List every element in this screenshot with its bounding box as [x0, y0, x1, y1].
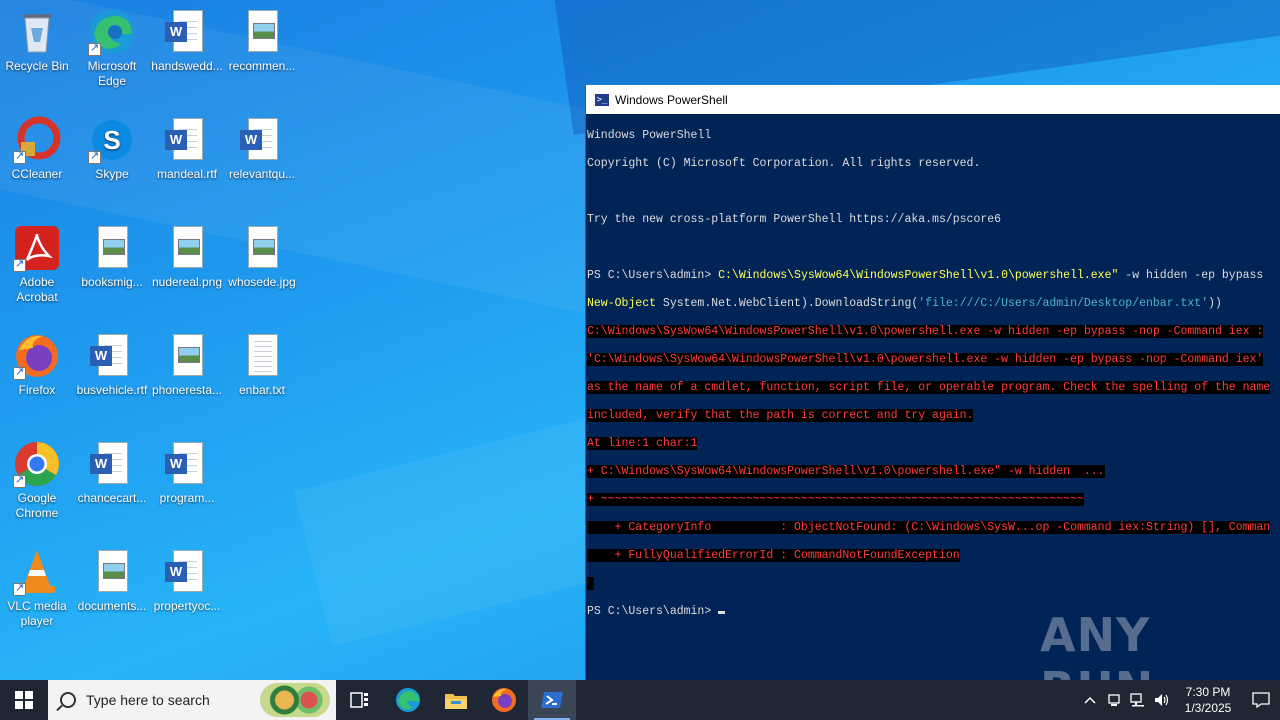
windows-logo-icon	[15, 691, 33, 709]
powershell-icon: >_	[595, 93, 609, 106]
desktop-icon-propertyoc[interactable]: W propertyoc...	[150, 548, 224, 614]
file-explorer-icon	[445, 694, 467, 709]
desktop-icon-enbar[interactable]: enbar.txt	[225, 332, 299, 398]
device-icon[interactable]	[1102, 680, 1126, 720]
taskbar-firefox[interactable]	[480, 680, 528, 720]
text-cursor	[718, 611, 726, 614]
text-file-icon	[238, 332, 286, 380]
ccleaner-icon	[13, 116, 61, 164]
desktop-icon-booksmig[interactable]: booksmig...	[75, 224, 149, 290]
desktop-icon-relevantqu[interactable]: W relevantqu...	[225, 116, 299, 182]
search-highlight-image	[260, 683, 330, 717]
window-titlebar[interactable]: >_ Windows PowerShell	[586, 85, 1280, 114]
image-file-icon	[88, 548, 136, 596]
search-icon	[60, 692, 76, 708]
edge-icon	[396, 688, 420, 712]
clock-date: 1/3/2025	[1184, 701, 1232, 715]
start-button[interactable]	[0, 680, 48, 720]
error-line: as the name of a cmdlet, function, scrip…	[587, 381, 1271, 394]
console-line: Copyright (C) Microsoft Corporation. All…	[587, 157, 981, 170]
notification-icon	[1252, 692, 1270, 708]
show-hidden-icons-chevron-up-icon[interactable]	[1078, 680, 1102, 720]
desktop-icon-program[interactable]: W program...	[150, 440, 224, 506]
error-line: At line:1 char:1	[587, 437, 698, 450]
desktop-icon-busvehicle[interactable]: W busvehicle.rtf	[75, 332, 149, 398]
volume-icon[interactable]	[1150, 680, 1174, 720]
error-line: + C:\Windows\SysWow64\WindowsPowerShell\…	[587, 465, 1105, 478]
skype-icon: S	[88, 116, 136, 164]
word-doc-icon: W	[163, 116, 211, 164]
desktop-icon-adobe-acrobat[interactable]: Adobe Acrobat	[0, 224, 74, 305]
desktop-icon-recommen[interactable]: recommen...	[225, 8, 299, 74]
desktop-icon-microsoft-edge[interactable]: Microsoft Edge	[75, 8, 149, 89]
acrobat-icon	[13, 224, 61, 272]
image-file-icon	[238, 224, 286, 272]
image-file-icon	[163, 332, 211, 380]
error-line: C:\Windows\SysWow64\WindowsPowerShell\v1…	[587, 325, 1264, 338]
chrome-icon	[13, 440, 61, 488]
task-view-icon	[350, 692, 368, 708]
word-doc-icon: W	[163, 548, 211, 596]
taskbar-file-explorer[interactable]	[432, 680, 480, 720]
powershell-icon	[541, 692, 563, 708]
image-file-icon	[88, 224, 136, 272]
desktop-icon-documents[interactable]: documents...	[75, 548, 149, 614]
word-doc-icon: W	[88, 440, 136, 488]
error-line: + ~~~~~~~~~~~~~~~~~~~~~~~~~~~~~~~~~~~~~~…	[587, 493, 1084, 506]
desktop-icon-firefox[interactable]: Firefox	[0, 332, 74, 398]
firefox-icon	[492, 688, 516, 712]
desktop-icon-phoneresta[interactable]: phoneresta...	[150, 332, 224, 398]
taskbar-edge[interactable]	[384, 680, 432, 720]
recycle-bin-icon	[13, 8, 61, 56]
desktop-icon-google-chrome[interactable]: Google Chrome	[0, 440, 74, 521]
command-line: PS C:\Users\admin> C:\Windows\SysWow64\W…	[587, 269, 1264, 282]
console-output[interactable]: Windows PowerShell Copyright (C) Microso…	[586, 114, 1280, 680]
system-tray: 7:30 PM 1/3/2025	[1078, 680, 1280, 720]
word-doc-icon: W	[163, 8, 211, 56]
console-line: Windows PowerShell	[587, 129, 712, 142]
task-view-button[interactable]	[336, 680, 384, 720]
powershell-window[interactable]: >_ Windows PowerShell Windows PowerShell…	[585, 85, 1280, 680]
taskbar-clock[interactable]: 7:30 PM 1/3/2025	[1174, 684, 1242, 716]
desktop-icon-handswedd[interactable]: W handswedd...	[150, 8, 224, 74]
image-file-icon	[238, 8, 286, 56]
desktop-icon-skype[interactable]: S Skype	[75, 116, 149, 182]
search-placeholder: Type here to search	[86, 692, 210, 708]
desktop-icon-nudereal[interactable]: nudereal.png	[150, 224, 224, 290]
image-file-icon	[163, 224, 211, 272]
taskbar-powershell[interactable]	[528, 680, 576, 720]
word-doc-icon: W	[238, 116, 286, 164]
error-line: + CategoryInfo : ObjectNotFound: (C:\Win…	[587, 521, 1271, 534]
edge-icon	[88, 8, 136, 56]
svg-text:S: S	[103, 125, 120, 155]
console-line: Try the new cross-platform PowerShell ht…	[587, 213, 1002, 226]
vlc-icon	[13, 548, 61, 596]
error-line: 'C:\Windows\SysWow64\WindowsPowerShell\v…	[587, 353, 1264, 366]
window-title: Windows PowerShell	[615, 92, 728, 107]
command-line-continued: New-Object System.Net.WebClient).Downloa…	[587, 297, 1222, 310]
clock-time: 7:30 PM	[1185, 685, 1231, 699]
network-icon[interactable]	[1126, 680, 1150, 720]
desktop-icon-mandeal[interactable]: W mandeal.rtf	[150, 116, 224, 182]
desktop-icon-recycle-bin[interactable]: Recycle Bin	[0, 8, 74, 74]
error-line: + FullyQualifiedErrorId : CommandNotFoun…	[587, 549, 960, 562]
word-doc-icon: W	[163, 440, 211, 488]
firefox-icon	[13, 332, 61, 380]
action-center-button[interactable]	[1242, 680, 1280, 720]
taskbar: Type here to search 7:30 PM 1/3/2025	[0, 680, 1280, 720]
error-line: included, verify that the path is correc…	[587, 409, 974, 422]
word-doc-icon: W	[88, 332, 136, 380]
desktop-icon-whosede[interactable]: whosede.jpg	[225, 224, 299, 290]
desktop-icon-ccleaner[interactable]: CCleaner	[0, 116, 74, 182]
desktop-icon-vlc[interactable]: VLC media player	[0, 548, 74, 629]
taskbar-search-box[interactable]: Type here to search	[48, 680, 336, 720]
desktop-icon-chancecart[interactable]: W chancecart...	[75, 440, 149, 506]
